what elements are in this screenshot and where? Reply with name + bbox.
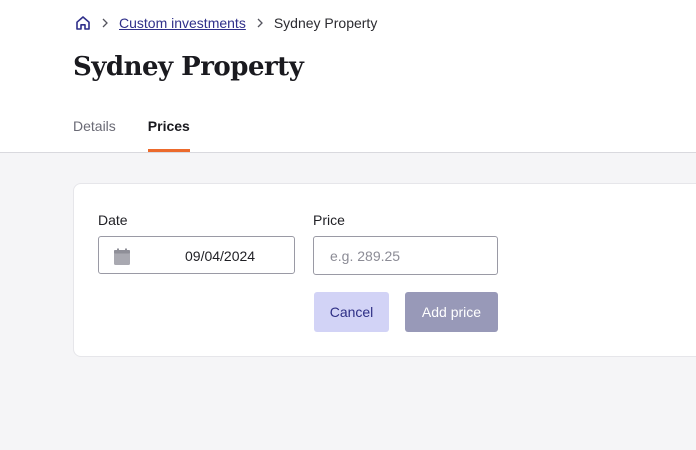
date-value: 09/04/2024 <box>185 248 256 264</box>
add-price-button[interactable]: Add price <box>405 292 498 332</box>
tab-label: Prices <box>147 118 190 134</box>
add-price-form: Date 09/04/2024 Price Cancel Add price <box>73 183 696 357</box>
tab-bar: Details Prices <box>73 118 222 152</box>
price-input[interactable] <box>313 236 498 275</box>
page-header: Custom investments Sydney Property Sydne… <box>0 0 696 153</box>
page-title: Sydney Property <box>73 52 304 82</box>
cancel-button[interactable]: Cancel <box>314 292 389 332</box>
chevron-right-icon <box>98 16 112 30</box>
tab-prices[interactable]: Prices <box>147 118 190 152</box>
price-label: Price <box>313 212 345 228</box>
breadcrumb-current: Sydney Property <box>273 15 378 31</box>
page: Custom investments Sydney Property Sydne… <box>0 0 696 450</box>
chevron-right-icon <box>253 16 267 30</box>
breadcrumb-link-custom-investments[interactable]: Custom investments <box>119 15 246 31</box>
tab-label: Details <box>73 118 116 134</box>
date-label: Date <box>98 212 128 228</box>
home-icon[interactable] <box>74 15 91 32</box>
date-field[interactable]: 09/04/2024 <box>98 236 295 274</box>
calendar-icon[interactable] <box>113 248 131 266</box>
main-content: Date 09/04/2024 Price Cancel Add price <box>0 153 696 450</box>
tab-details[interactable]: Details <box>73 118 116 152</box>
active-tab-indicator <box>147 149 190 152</box>
breadcrumb: Custom investments Sydney Property <box>74 12 377 34</box>
